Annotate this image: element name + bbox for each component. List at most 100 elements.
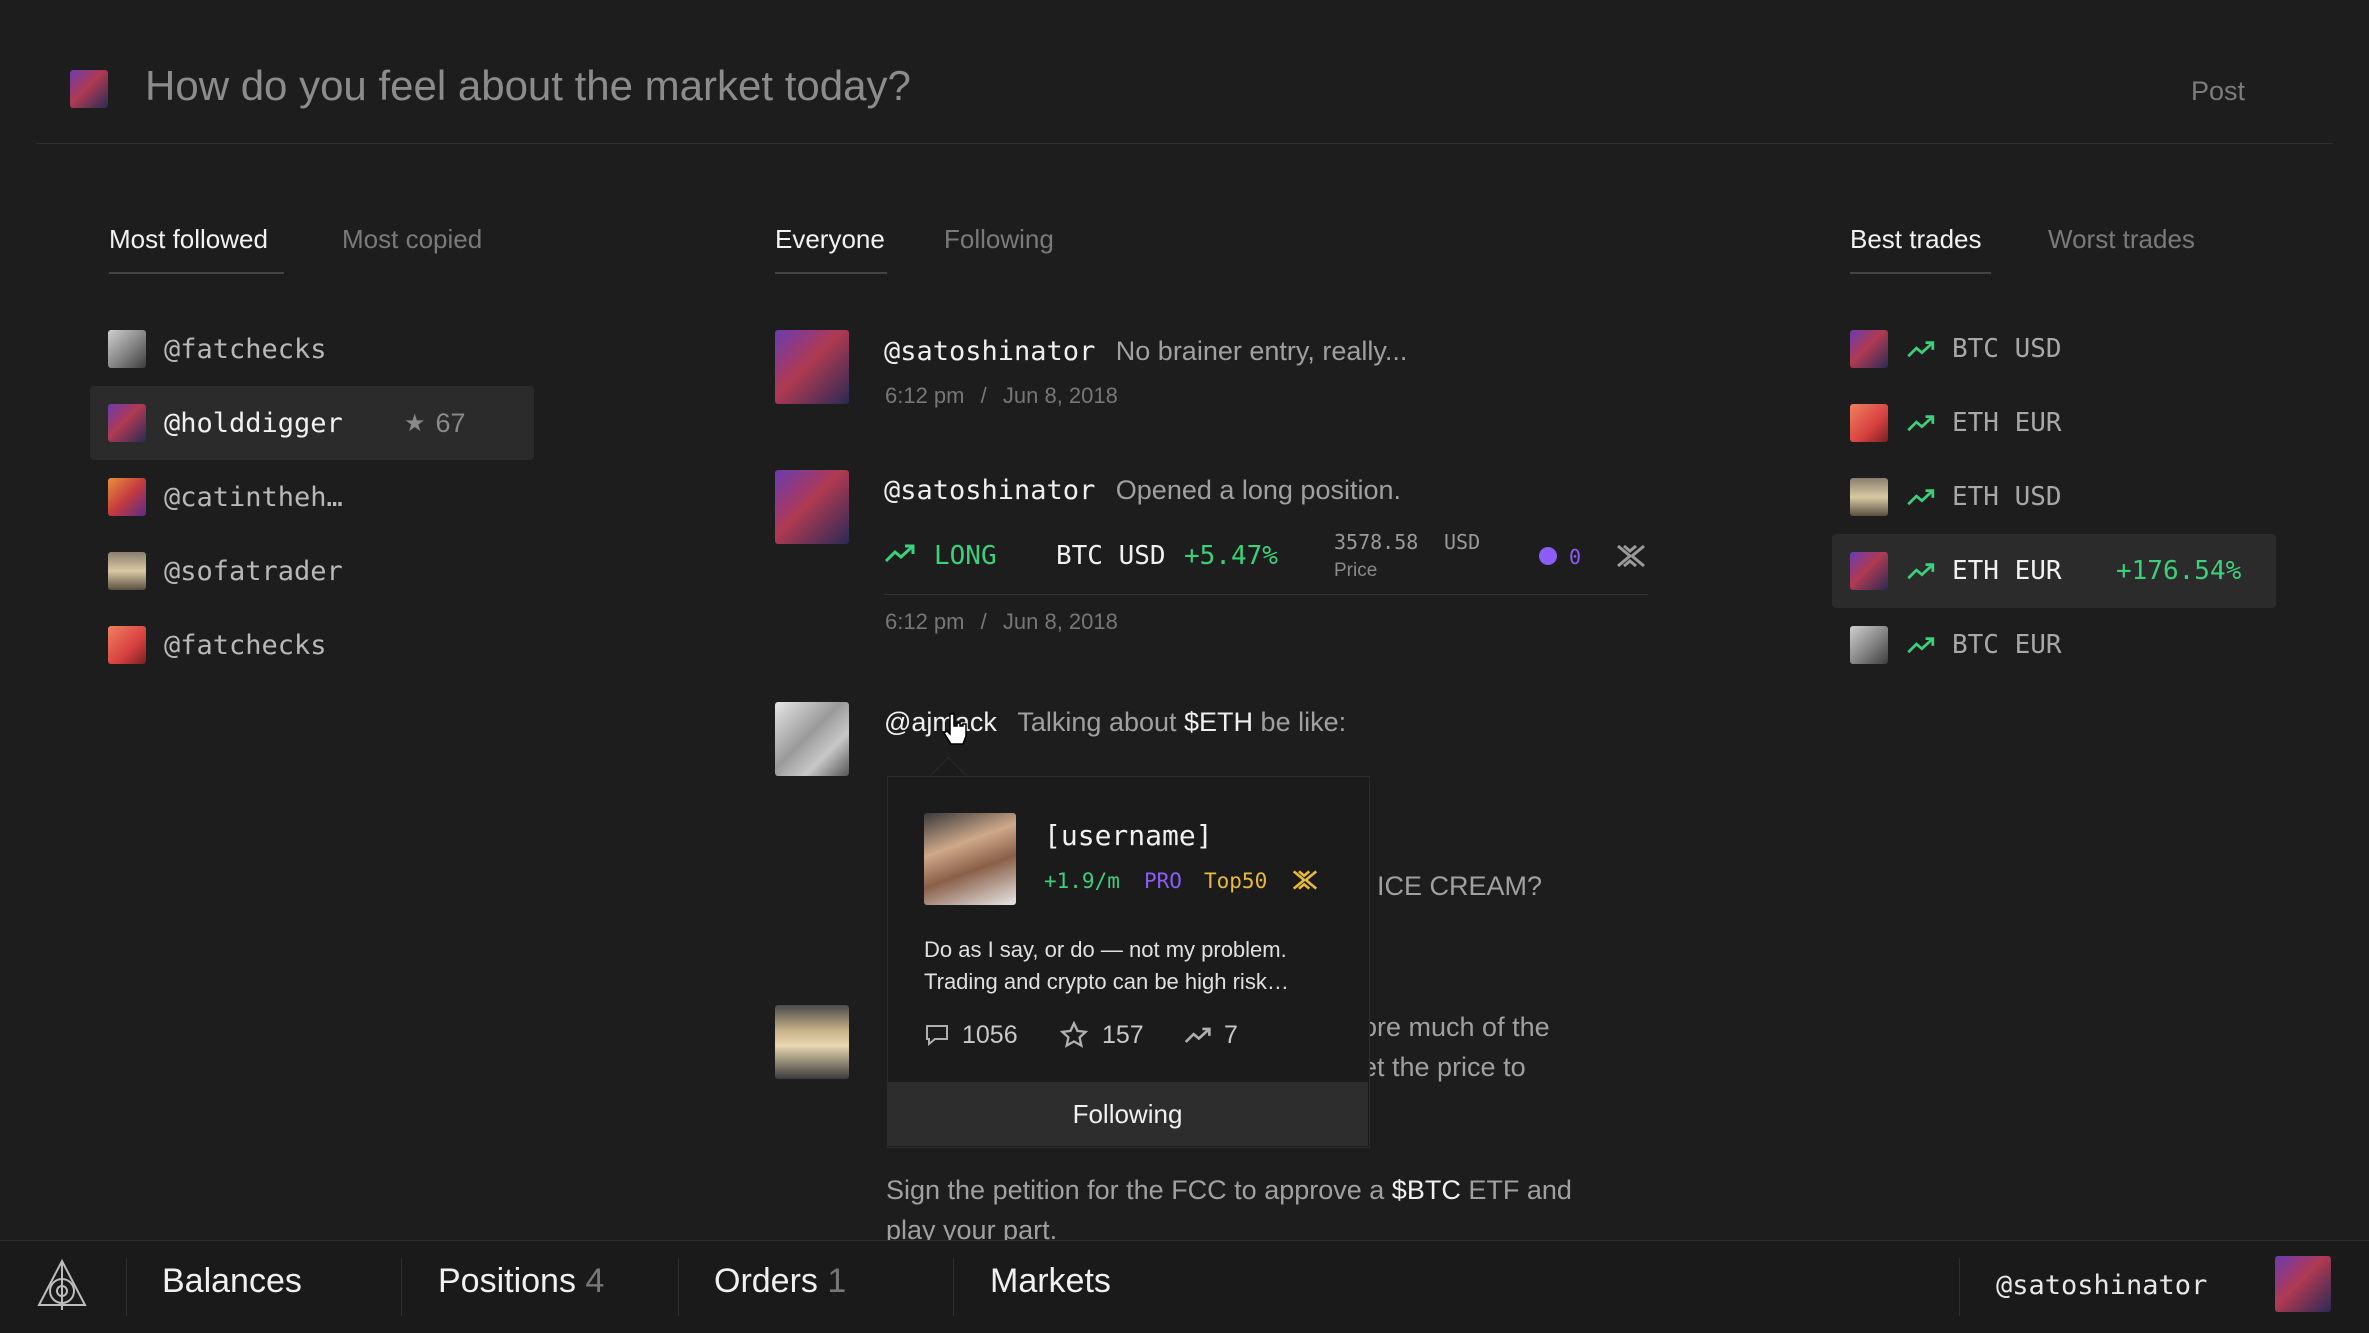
comment-count: 1056 [962,1021,1018,1049]
tab-underline [775,272,887,274]
avatar [1850,552,1888,590]
popover-avatar [924,813,1016,905]
price-label: Price [1334,560,1378,581]
post-text: Opened a long position. [1115,475,1401,505]
trade-pair: BTC EUR [1952,630,2062,660]
trend-up-icon [1184,1027,1211,1043]
trend-up-icon [1907,637,1935,654]
user-list-item[interactable]: @sofatrader [90,534,534,608]
divider [401,1258,402,1316]
post-text-pre: Talking about [1017,707,1185,737]
post-text: Talking about $ETH be like: [1017,707,1346,737]
avatar [1850,330,1888,368]
post-avatar[interactable] [775,330,849,404]
divider [1959,1258,1960,1316]
post-username[interactable]: @ajmack [884,707,997,737]
tab-worst-trades[interactable]: Worst trades [2048,224,2195,255]
current-user[interactable]: @satoshinator [1996,1270,2207,1301]
avatar [1850,626,1888,664]
popover-rate: +1.9/m [1044,869,1120,893]
position-count: 0 [1569,545,1582,569]
tab-everyone[interactable]: Everyone [775,224,885,255]
post-text-pre: Sign the petition for the FCC to approve… [886,1175,1392,1205]
trend-up-icon [884,544,915,563]
post: @satoshinator Opened a long position. [884,475,1401,506]
trade-list-item[interactable]: BTC USD [1832,312,2276,386]
post-username[interactable]: @satoshinator [884,475,1095,506]
trade-list-item[interactable]: ETH EUR [1832,386,2276,460]
post-text: No brainer entry, really... [1115,336,1408,366]
nav-orders[interactable]: Orders 1 [714,1262,846,1301]
trade-pair: ETH EUR [1952,408,2062,438]
app-logo-icon[interactable] [36,1258,88,1312]
nav-count: 1 [827,1262,847,1300]
position-pair: BTC USD [1056,541,1166,571]
current-user-avatar[interactable] [2275,1256,2331,1312]
trend-up-icon [1907,489,1935,506]
user-list-item[interactable]: @catintheh… [90,460,534,534]
star-count: 67 [435,407,466,438]
post-avatar[interactable] [775,702,849,776]
avatar [108,626,146,664]
nav-markets[interactable]: Markets [990,1262,1111,1301]
user-list-item[interactable]: @holddigger ★ 67 [90,386,534,460]
post-username[interactable]: @satoshinator [884,336,1095,367]
tab-most-followed[interactable]: Most followed [109,224,268,255]
trade-list-item[interactable]: ETH USD [1832,460,2276,534]
tab-following[interactable]: Following [944,224,1054,255]
post-date: Jun 8, 2018 [1002,383,1118,408]
user-list-item[interactable]: @fatchecks [90,312,534,386]
star-count: 157 [1102,1021,1144,1049]
tab-underline [1850,272,1991,274]
post-avatar[interactable] [775,1005,849,1079]
position-side: LONG [934,541,997,571]
avatar [1850,404,1888,442]
tab-most-copied[interactable]: Most copied [342,224,482,255]
x-logo-icon[interactable] [1616,544,1646,568]
username: @sofatrader [164,555,343,587]
username: @fatchecks [164,333,327,365]
tab-best-trades[interactable]: Best trades [1850,224,1982,255]
avatar [1850,478,1888,516]
divider [953,1258,954,1316]
username: @holddigger [164,407,343,439]
following-button[interactable]: Following [887,1082,1368,1146]
username: @fatchecks [164,629,327,661]
post-text: et the price to [1362,1052,1526,1082]
trade-pair: ETH USD [1952,482,2062,512]
nav-label: Balances [162,1262,302,1300]
separator: / [980,383,987,408]
trade-list-item[interactable]: ETH EUR +176.54% [1832,534,2276,608]
trade-list-item[interactable]: BTC EUR [1832,608,2276,682]
popover-bio-line2: Trading and crypto can be high risk… [924,969,1289,994]
avatar [108,404,146,442]
pro-badge: PRO [1144,869,1182,893]
post-time: 6:12 pm [885,609,965,634]
ticker-link[interactable]: $ETH [1184,707,1253,737]
user-list-item[interactable]: @fatchecks [90,608,534,682]
trade-pair: ETH EUR [1952,556,2062,586]
trend-up-icon [1907,341,1935,358]
position-card[interactable]: LONG BTC USD +5.47% 3578.58 USD Price 0 [884,528,1648,595]
post-text: ore much of the [1362,1012,1550,1042]
star-icon: ★ [404,409,426,437]
post-time: 6:12 pm [885,383,965,408]
avatar [108,552,146,590]
nav-positions[interactable]: Positions 4 [438,1262,604,1301]
trend-up-icon [1907,563,1935,580]
composer-input[interactable]: How do you feel about the market today? [145,62,911,110]
post-timestamp: 6:12 pm / Jun 8, 2018 [885,609,1118,635]
top50-badge: Top50 [1204,869,1268,893]
post-avatar[interactable] [775,470,849,544]
popover-username[interactable]: [username] [1044,819,1213,852]
position-price: 3578.58 [1334,530,1419,554]
ticker-link[interactable]: $BTC [1392,1175,1461,1205]
post-button[interactable]: Post [2191,76,2245,107]
nav-balances[interactable]: Balances [162,1262,302,1301]
separator: / [980,609,987,634]
trade-change: +176.54% [2116,556,2242,586]
post-text: ICE CREAM? [1377,871,1543,901]
post-date: Jun 8, 2018 [1002,609,1118,634]
trade-count: 7 [1224,1021,1238,1049]
nav-label: Orders [714,1262,818,1300]
